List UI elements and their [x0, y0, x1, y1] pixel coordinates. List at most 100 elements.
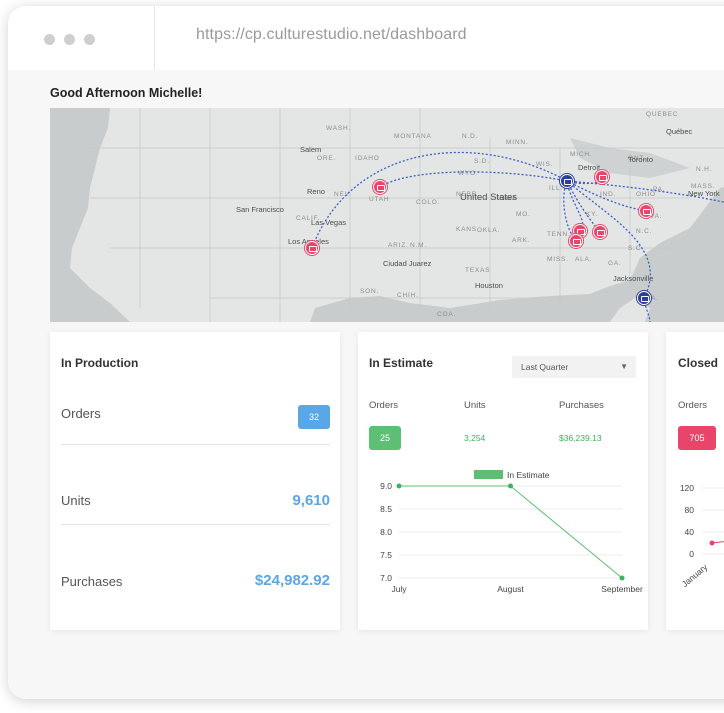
- orders-label: Orders: [61, 406, 101, 421]
- map-label: SON.: [360, 288, 379, 295]
- y-tick-label: 7.0: [380, 573, 392, 583]
- period-select[interactable]: Last Quarter ▼: [512, 356, 636, 378]
- map-label: N.H.: [696, 166, 712, 173]
- map-label: United States: [460, 192, 517, 203]
- marker-glyph: [573, 239, 581, 245]
- warehouse-icon[interactable]: [560, 174, 574, 188]
- map-label: WYO.: [458, 170, 479, 177]
- y-tick-label: 9.0: [380, 481, 392, 491]
- orders-label: Orders: [369, 400, 399, 411]
- period-select-value: Last Quarter: [521, 362, 569, 372]
- orders-badge[interactable]: 25: [369, 426, 401, 450]
- map-label: ALA.: [575, 256, 592, 263]
- map-label: COLO.: [416, 199, 440, 206]
- map-label: ARK.: [512, 237, 530, 244]
- in-estimate-card: In Estimate Last Quarter ▼ Orders Units …: [358, 332, 648, 630]
- marker-glyph: [641, 296, 649, 302]
- map-label: N.M.: [410, 242, 427, 249]
- dashboard: Good Afternoon Michelle! WASH. MONTANA N…: [8, 70, 724, 699]
- address-bar[interactable]: https://cp.culturestudio.net/dashboard: [196, 26, 467, 44]
- map-label: QUEBEC: [646, 111, 678, 118]
- map-label: ILL.: [549, 185, 563, 192]
- map-label: San Francisco: [236, 205, 284, 214]
- y-tick-label: 40: [685, 527, 695, 537]
- map-label: CHIH.: [397, 292, 419, 299]
- legend-swatch: [474, 470, 503, 479]
- marker-glyph: [597, 230, 605, 236]
- location-pin-icon[interactable]: [373, 180, 387, 194]
- marker-glyph: [309, 246, 317, 252]
- divider: [61, 444, 330, 445]
- window-dot-3[interactable]: [84, 34, 95, 45]
- map-label: MINN.: [506, 139, 528, 146]
- x-tick-label: August: [497, 584, 524, 594]
- map-label: WIS.: [536, 161, 553, 168]
- location-pin-icon[interactable]: [593, 225, 607, 239]
- location-pin-icon[interactable]: [595, 170, 609, 184]
- map-label: MONTANA: [394, 133, 432, 140]
- map-label: KANS.: [456, 226, 480, 233]
- units-value: 9,610: [292, 492, 330, 509]
- orders-badge[interactable]: 32: [298, 405, 330, 429]
- map-label: ORE.: [317, 155, 336, 162]
- purchases-value: $36,239.13: [559, 433, 602, 443]
- map-label: WASH.: [326, 125, 351, 132]
- card-title: In Production: [61, 356, 139, 370]
- map-label: TEXAS: [465, 267, 490, 274]
- x-tick-label: July: [391, 584, 407, 594]
- data-point[interactable]: [396, 483, 402, 489]
- map-label: S.C.: [628, 245, 644, 252]
- card-title: In Estimate: [369, 356, 434, 370]
- window-dot-1[interactable]: [44, 34, 55, 45]
- y-tick-label: 8.0: [380, 527, 392, 537]
- closed-card: Closed Orders 705 12080400JanuaryFebruar…: [666, 332, 724, 630]
- marker-glyph: [564, 179, 572, 185]
- location-pin-icon[interactable]: [569, 234, 583, 248]
- x-tick-label: January: [680, 561, 710, 589]
- browser-chrome: https://cp.culturestudio.net/dashboard: [8, 6, 724, 71]
- purchases-value: $24,982.92: [254, 572, 330, 589]
- data-point[interactable]: [508, 483, 513, 489]
- map-label: IND.: [600, 191, 616, 198]
- estimate-line-chart[interactable]: 9.0 8.5 8.0 7.5 7.0 In Estimate July August Sept…: [358, 462, 648, 602]
- legend-label: In Estimate: [507, 470, 550, 480]
- location-pin-icon[interactable]: [639, 204, 653, 218]
- map-label: ARIZ.: [388, 242, 409, 249]
- map-label: UTAH: [369, 196, 389, 203]
- in-production-card: In Production Orders 32 Units 9,610 Purc…: [50, 332, 340, 630]
- orders-badge[interactable]: 705: [678, 426, 716, 450]
- chevron-down-icon: ▼: [620, 362, 628, 371]
- data-point[interactable]: [709, 540, 715, 546]
- map-label: MISS.: [547, 256, 569, 263]
- map-label: New York: [688, 189, 720, 198]
- map-label: N.D.: [462, 133, 478, 140]
- map-label: N.C.: [636, 228, 652, 235]
- units-label: Units: [61, 493, 91, 508]
- map-label: Las Vegas: [311, 218, 346, 227]
- y-tick-label: 7.5: [380, 550, 392, 560]
- purchases-label: Purchases: [61, 574, 123, 589]
- marker-glyph: [377, 185, 385, 191]
- map-label: Salem: [300, 145, 321, 154]
- browser-window: https://cp.culturestudio.net/dashboard G…: [8, 6, 724, 699]
- y-tick-label: 80: [685, 505, 695, 515]
- y-tick-label: 0: [689, 549, 694, 559]
- y-tick-label: 120: [680, 483, 694, 493]
- map-label: OKLA.: [477, 227, 500, 234]
- data-point[interactable]: [619, 575, 625, 581]
- map-label: Ciudad Juarez: [383, 259, 432, 268]
- map-label: Toronto: [628, 155, 653, 164]
- card-title: Closed: [678, 356, 719, 370]
- shipping-map[interactable]: WASH. MONTANA N.D. MINN. QUEBEC Québec Salem OR…: [50, 108, 724, 322]
- x-tick-label: September: [601, 584, 643, 594]
- window-dot-2[interactable]: [64, 34, 75, 45]
- location-pin-icon[interactable]: [305, 241, 319, 255]
- window-controls: [8, 6, 155, 70]
- greeting: Good Afternoon Michelle!: [50, 86, 203, 100]
- map-label: Jacksonville: [613, 274, 653, 283]
- orders-label: Orders: [678, 400, 708, 411]
- purchases-label: Purchases: [559, 400, 604, 411]
- closed-line-chart[interactable]: 12080400JanuaryFebruary: [666, 462, 724, 602]
- warehouse-icon[interactable]: [637, 291, 651, 305]
- y-tick-label: 8.5: [380, 504, 392, 514]
